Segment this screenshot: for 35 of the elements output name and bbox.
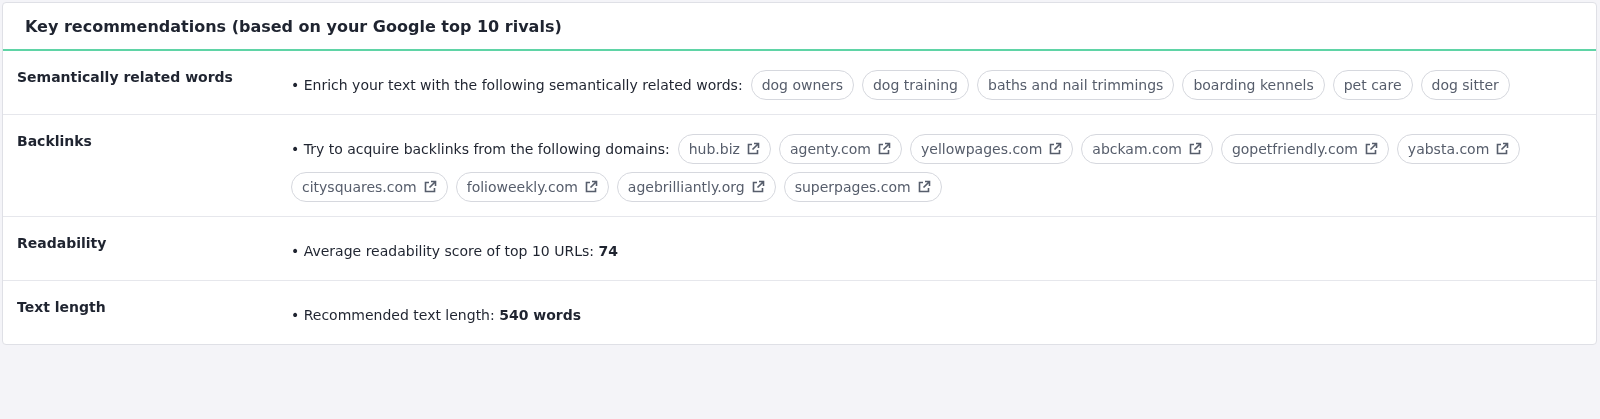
external-link-icon [916, 180, 931, 194]
recommendation-text: • Enrich your text with the following semantically related words: [291, 76, 743, 95]
domain-link[interactable]: agebrilliantly.org [616, 172, 776, 202]
domain-link[interactable]: hub.biz [677, 134, 771, 164]
external-link-icon [745, 142, 760, 156]
domain-link[interactable]: yellowpages.com [910, 134, 1074, 164]
recommendation-text: • Recommended text length: 540 words [291, 306, 582, 325]
domain-link[interactable]: yabsta.com [1396, 134, 1521, 164]
external-link-icon [1048, 142, 1063, 156]
external-link-icon [422, 180, 437, 194]
domain-link[interactable]: gopetfriendly.com [1220, 134, 1389, 164]
recommendation-text: • Average readability score of top 10 URLs: 74 [291, 242, 618, 261]
external-link-icon [1363, 142, 1378, 156]
keyword-tag: boarding kennels [1182, 70, 1325, 100]
panel-title: Key recommendations (based on your Google top 10 rivals) [3, 3, 1596, 51]
keyword-tag: baths and nail trimmings [977, 70, 1175, 100]
keyword-tag: dog training [862, 70, 969, 100]
domain-link[interactable]: superpages.com [783, 172, 942, 202]
row-label: Readability [17, 234, 108, 253]
external-link-icon [877, 142, 891, 156]
external-link-icon [750, 180, 765, 194]
domain-link[interactable]: abckam.com [1081, 134, 1213, 164]
row-label: Semantically related words [17, 68, 234, 87]
domain-link[interactable]: agenty.com [778, 134, 902, 164]
external-link-icon [583, 180, 598, 194]
row-label: Backlinks [17, 132, 93, 151]
row-label: Text length [17, 298, 107, 317]
keyword-tag: dog sitter [1420, 70, 1510, 100]
recommendation-text: • Try to acquire backlinks from the following domains: [291, 140, 670, 159]
keyword-tag: dog owners [750, 70, 854, 100]
domain-link[interactable]: folioweekly.com [455, 172, 609, 202]
keyword-tag: pet care [1332, 70, 1413, 100]
external-link-icon [1187, 142, 1202, 156]
external-link-icon [1495, 142, 1510, 156]
domain-link[interactable]: citysquares.com [291, 172, 448, 202]
